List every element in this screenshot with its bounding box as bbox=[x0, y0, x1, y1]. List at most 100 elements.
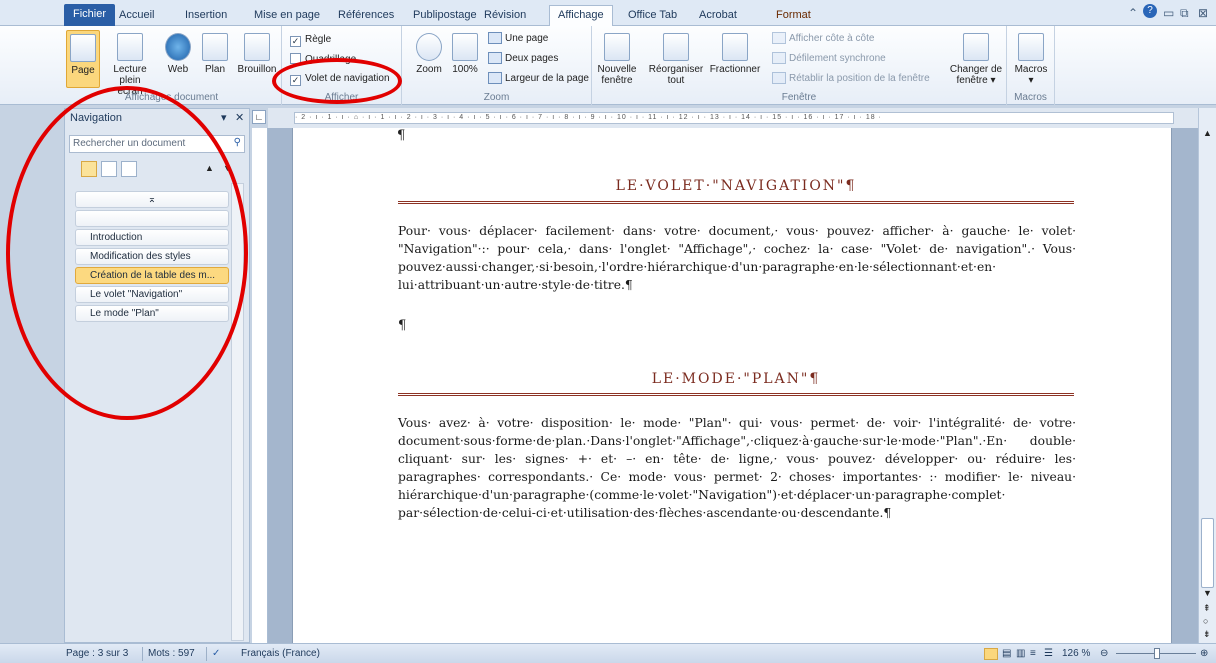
tab-affichage[interactable]: Affichage bbox=[549, 5, 613, 27]
reset-position-button[interactable]: Rétablir la position de la fenêtre bbox=[772, 72, 930, 84]
new-window-button[interactable]: Nouvelle fenêtre bbox=[594, 33, 640, 86]
status-divider bbox=[142, 647, 143, 661]
new-window-label-1: Nouvelle bbox=[597, 64, 637, 75]
reading-view-icon[interactable]: ▤ bbox=[1002, 648, 1011, 659]
ribbon: Page Lecture plein écran Web Plan Brouil… bbox=[0, 26, 1216, 105]
group-label-macros: Macros bbox=[1014, 92, 1047, 103]
side-by-side-icon bbox=[772, 32, 786, 44]
heading-mode-plan: LE·MODE·"PLAN"¶ bbox=[651, 371, 821, 387]
one-page-label: Une page bbox=[505, 33, 549, 44]
zoom-out-icon[interactable]: ⊖ bbox=[1100, 648, 1108, 659]
arrange-all-button[interactable]: Réorganiser tout bbox=[646, 33, 706, 86]
macros-button[interactable]: Macros ▾ bbox=[1013, 33, 1049, 86]
two-pages-icon bbox=[488, 52, 502, 64]
tab-references[interactable]: Références bbox=[336, 6, 396, 26]
reset-position-label: Rétablir la position de la fenêtre bbox=[789, 73, 930, 84]
sync-scroll-button[interactable]: Défilement synchrone bbox=[772, 52, 886, 64]
close-icon[interactable]: ⊠ bbox=[1198, 6, 1208, 20]
draft-icon bbox=[244, 33, 270, 61]
group-zoom: Zoom 100% Une page Deux pages Largeur de… bbox=[402, 26, 592, 105]
vertical-ruler[interactable] bbox=[252, 128, 268, 643]
heading-rule bbox=[398, 201, 1074, 204]
tab-revision[interactable]: Révision bbox=[482, 6, 528, 26]
tab-accueil[interactable]: Accueil bbox=[117, 6, 156, 26]
group-macros: Macros ▾ Macros bbox=[1007, 26, 1055, 105]
zoom-level[interactable]: 126 % bbox=[1062, 648, 1090, 659]
side-by-side-button[interactable]: Afficher côte à côte bbox=[772, 32, 874, 44]
minimize-ribbon-icon[interactable]: ⌃ bbox=[1128, 6, 1138, 20]
language-status[interactable]: Français (France) bbox=[241, 648, 320, 659]
macros-label: Macros bbox=[1014, 64, 1048, 75]
page-width-button[interactable]: Largeur de la page bbox=[488, 72, 589, 84]
sync-scroll-icon bbox=[772, 52, 786, 64]
tab-mise-en-page[interactable]: Mise en page bbox=[252, 6, 322, 26]
help-icon[interactable]: ? bbox=[1143, 4, 1157, 18]
page-layout-icon bbox=[70, 34, 96, 62]
new-window-icon bbox=[604, 33, 630, 61]
ruler-checkbox[interactable]: ✓ Règle bbox=[290, 34, 331, 47]
zoom-slider-thumb[interactable] bbox=[1154, 648, 1160, 659]
paragraph-mark: ¶ bbox=[398, 318, 407, 333]
page-layout-button[interactable]: Page bbox=[66, 30, 100, 88]
tab-publipostage[interactable]: Publipostage bbox=[411, 6, 479, 26]
annotation-circle-nav-pane bbox=[6, 86, 248, 420]
outline-icon bbox=[202, 33, 228, 61]
ribbon-tab-bar: Fichier Accueil Insertion Mise en page R… bbox=[0, 0, 1216, 27]
switch-window-button[interactable]: Changer de fenêtre ▾ bbox=[948, 33, 1004, 86]
switch-window-icon bbox=[963, 33, 989, 61]
page-width-icon bbox=[488, 72, 502, 84]
zoom-button[interactable]: Zoom bbox=[412, 33, 446, 75]
paragraph-plan: Vous· avez· à· votre· disposition· le· m… bbox=[398, 416, 1076, 520]
switch-window-label-1: Changer de bbox=[949, 64, 1003, 75]
zoom-100-icon bbox=[452, 33, 478, 61]
pane-menu-icon[interactable]: ▾ bbox=[221, 111, 227, 124]
print-layout-view-icon[interactable] bbox=[984, 648, 998, 660]
zoom-100-button[interactable]: 100% bbox=[450, 33, 480, 75]
scroll-up-icon[interactable]: ▲ bbox=[1203, 128, 1212, 138]
split-icon bbox=[722, 33, 748, 61]
tab-acrobat[interactable]: Acrobat bbox=[697, 6, 739, 26]
zoom-label: Zoom bbox=[416, 64, 442, 75]
scroll-down-icon[interactable]: ▼ bbox=[1203, 588, 1212, 598]
restore-icon[interactable]: ⧉ bbox=[1180, 6, 1189, 21]
vertical-scrollbar[interactable]: ▲ ▼ ⇞ ○ ⇟ bbox=[1198, 108, 1216, 643]
search-icon[interactable]: ⚲ bbox=[234, 137, 241, 148]
magnifier-icon bbox=[416, 33, 442, 61]
one-page-button[interactable]: Une page bbox=[488, 32, 548, 44]
pane-close-icon[interactable]: ✕ bbox=[235, 111, 244, 124]
two-pages-button[interactable]: Deux pages bbox=[488, 52, 558, 64]
spell-check-icon[interactable]: ✓ bbox=[212, 648, 220, 659]
next-page-icon[interactable]: ⇟ bbox=[1203, 629, 1211, 640]
outline-view-icon[interactable]: ≡ bbox=[1030, 648, 1036, 659]
web-layout-button[interactable]: Web bbox=[160, 33, 196, 75]
scrollbar-thumb[interactable] bbox=[1201, 518, 1214, 588]
paragraph-volet: Pour· vous· déplacer· facilement· dans· … bbox=[398, 224, 1076, 292]
draft-view-icon[interactable]: ☰ bbox=[1044, 648, 1053, 659]
tab-office-tab[interactable]: Office Tab bbox=[626, 6, 679, 26]
previous-page-icon[interactable]: ⇞ bbox=[1203, 603, 1211, 614]
group-label-zoom: Zoom bbox=[483, 92, 510, 103]
document-page[interactable]: ¶ LE·VOLET·"NAVIGATION"¶ Pour· vous· dép… bbox=[292, 128, 1172, 643]
reading-icon bbox=[117, 33, 143, 61]
tab-selector-button[interactable]: ∟ bbox=[252, 110, 266, 124]
tab-insertion[interactable]: Insertion bbox=[183, 6, 229, 26]
tab-format[interactable]: Format bbox=[774, 6, 813, 26]
reset-position-icon bbox=[772, 72, 786, 84]
horizontal-ruler[interactable]: · 2 · ı · 1 · ı · ⌂ · ı · 1 · ı · 2 · ı … bbox=[268, 108, 1198, 128]
browse-object-icon[interactable]: ○ bbox=[1203, 616, 1208, 626]
outline-button[interactable]: Plan bbox=[199, 33, 231, 75]
web-view-icon[interactable]: ▥ bbox=[1016, 648, 1025, 659]
minimize-icon[interactable]: ▭ bbox=[1163, 6, 1174, 20]
status-divider bbox=[206, 647, 207, 661]
tab-fichier[interactable]: Fichier bbox=[64, 4, 116, 26]
zoom-in-icon[interactable]: ⊕ bbox=[1200, 648, 1208, 659]
draft-button[interactable]: Brouillon bbox=[234, 33, 280, 75]
document-area: ¶ LE·VOLET·"NAVIGATION"¶ Pour· vous· dép… bbox=[268, 128, 1198, 643]
split-button[interactable]: Fractionner bbox=[706, 33, 764, 75]
zoom-100-label: 100% bbox=[452, 64, 478, 75]
word-count[interactable]: Mots : 597 bbox=[148, 648, 195, 659]
page-count[interactable]: Page : 3 sur 3 bbox=[66, 648, 128, 659]
web-globe-icon bbox=[165, 33, 191, 61]
group-label-fenetre: Fenêtre bbox=[781, 92, 817, 103]
macros-icon bbox=[1018, 33, 1044, 61]
